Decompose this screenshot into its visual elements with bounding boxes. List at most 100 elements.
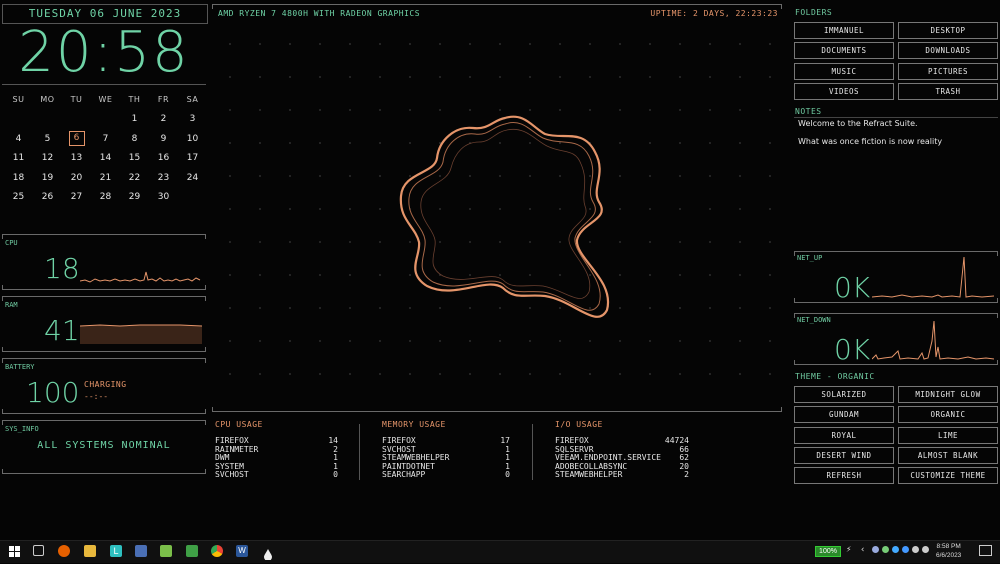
- folders-button-trash[interactable]: TRASH: [898, 82, 998, 100]
- calendar-day[interactable]: 26: [33, 192, 62, 202]
- calendar-day-today[interactable]: 6: [68, 131, 85, 147]
- memory-usage-table: MEMORY USAGE FIREFOX 17 SVCHOST 1 STEAMWEBHE…: [382, 420, 510, 480]
- calendar-day[interactable]: 17: [178, 153, 207, 163]
- calendar-day[interactable]: 10: [178, 134, 207, 144]
- chevron-up-icon[interactable]: ‹: [860, 545, 865, 555]
- grid-dot: [349, 274, 351, 276]
- grid-dot: [259, 274, 261, 276]
- grid-dot: [499, 76, 501, 78]
- theme-button-organic[interactable]: ORGANIC: [898, 406, 998, 424]
- grid-dot: [439, 43, 441, 45]
- calendar: SU MO TU WE TH FR SA 1 2 3 4 5 6 7 8 9 10 11 12 13 14 15 16 17 1…: [4, 90, 208, 207]
- chrome-icon[interactable]: [211, 545, 223, 557]
- sys-info-panel: SYS_INFO ALL SYSTEMS NOMINAL: [2, 420, 206, 474]
- task-view-icon[interactable]: [33, 545, 44, 556]
- grid-dot: [589, 373, 591, 375]
- calendar-day[interactable]: 20: [62, 173, 91, 183]
- theme-button-customize-theme[interactable]: CUSTOMIZE THEME: [898, 467, 998, 485]
- folders-button-desktop[interactable]: DESKTOP: [898, 22, 998, 39]
- folders-button-music[interactable]: MUSIC: [794, 62, 894, 80]
- net-down-graph: [872, 320, 994, 360]
- word-icon[interactable]: W: [236, 545, 248, 557]
- theme-button-royal[interactable]: ROYAL: [794, 426, 894, 444]
- calendar-day[interactable]: 24: [178, 173, 207, 183]
- grid-dot: [559, 373, 561, 375]
- calendar-day[interactable]: 23: [149, 173, 178, 183]
- grid-dot: [709, 340, 711, 342]
- cpu-panel: CPU 18: [2, 234, 206, 290]
- grid-dot: [739, 274, 741, 276]
- battery-indicator[interactable]: 100%: [815, 546, 841, 557]
- theme-button-midnight-glow[interactable]: MIDNIGHT GLOW: [898, 386, 998, 403]
- folders-button-pictures[interactable]: PICTURES: [898, 62, 998, 80]
- folders-button-downloads[interactable]: DOWNLOADS: [898, 42, 998, 60]
- process-value: 0: [333, 470, 338, 479]
- notification-icon[interactable]: [979, 545, 992, 556]
- theme-button-desert-wind[interactable]: DESERT WIND: [794, 446, 894, 464]
- folders-button-documents[interactable]: DOCUMENTS: [794, 42, 894, 60]
- ram-label: RAM: [5, 301, 18, 309]
- media-icon[interactable]: [160, 545, 172, 557]
- grid-dot: [769, 274, 771, 276]
- calendar-day[interactable]: 12: [33, 153, 62, 163]
- calendar-day[interactable]: 13: [62, 153, 91, 163]
- divider: [2, 84, 206, 85]
- calendar-day[interactable]: 22: [120, 173, 149, 183]
- calendar-day[interactable]: 5: [33, 134, 62, 144]
- calendar-day[interactable]: 4: [4, 134, 33, 144]
- note-line[interactable]: Welcome to the Refract Suite.: [798, 119, 918, 128]
- lime-app-icon[interactable]: L: [110, 545, 122, 557]
- task-manager-icon[interactable]: [135, 545, 147, 557]
- android-studio-icon[interactable]: [186, 545, 198, 557]
- theme-button-solarized[interactable]: SOLARIZED: [794, 386, 894, 403]
- note-line[interactable]: What was once fiction is now reality: [798, 137, 942, 146]
- grid-dot: [769, 142, 771, 144]
- theme-button-refresh[interactable]: REFRESH: [794, 467, 894, 485]
- calendar-day[interactable]: 14: [91, 153, 120, 163]
- grid-dot: [379, 76, 381, 78]
- calendar-day[interactable]: 16: [149, 153, 178, 163]
- calendar-day[interactable]: 30: [149, 192, 178, 202]
- grid-dot: [739, 241, 741, 243]
- grid-dot: [289, 307, 291, 309]
- folders-label: FOLDERS: [795, 8, 833, 17]
- file-explorer-icon[interactable]: [84, 545, 96, 557]
- start-icon[interactable]: [9, 546, 20, 557]
- calendar-day[interactable]: 27: [62, 192, 91, 202]
- calendar-day[interactable]: 8: [120, 134, 149, 144]
- calendar-day[interactable]: 15: [120, 153, 149, 163]
- grid-dot: [739, 307, 741, 309]
- grid-dot: [229, 142, 231, 144]
- calendar-day[interactable]: 11: [4, 153, 33, 163]
- folders-button-videos[interactable]: VIDEOS: [794, 82, 894, 100]
- calendar-day[interactable]: 18: [4, 173, 33, 183]
- grid-dot: [529, 76, 531, 78]
- grid-dot: [649, 175, 651, 177]
- calendar-day[interactable]: 2: [149, 114, 178, 124]
- theme-button-lime[interactable]: LIME: [898, 426, 998, 444]
- calendar-day[interactable]: 1: [120, 114, 149, 124]
- calendar-day[interactable]: 7: [91, 134, 120, 144]
- grid-dot: [679, 340, 681, 342]
- net-up-label: NET_UP: [797, 254, 823, 262]
- calendar-day[interactable]: 28: [91, 192, 120, 202]
- calendar-day[interactable]: 3: [178, 114, 207, 124]
- calendar-day[interactable]: 21: [91, 173, 120, 183]
- tray-clock[interactable]: 8:58 PM 6/6/2023: [936, 542, 961, 560]
- notes-label: NOTES: [795, 107, 822, 116]
- grid-dot: [349, 175, 351, 177]
- grid-dot: [739, 76, 741, 78]
- charging-icon[interactable]: ⚡: [846, 545, 851, 555]
- calendar-day[interactable]: 6: [62, 131, 91, 147]
- calendar-day[interactable]: 9: [149, 134, 178, 144]
- grid-dot: [739, 109, 741, 111]
- calendar-day[interactable]: 25: [4, 192, 33, 202]
- grid-dot: [769, 373, 771, 375]
- firefox-icon[interactable]: [58, 545, 70, 557]
- calendar-day[interactable]: 19: [33, 173, 62, 183]
- calendar-day[interactable]: 29: [120, 192, 149, 202]
- folders-button-immanuel[interactable]: IMMANUEL: [794, 22, 894, 39]
- theme-button-almost-blank[interactable]: ALMOST BLANK: [898, 446, 998, 464]
- theme-button-gundam[interactable]: GUNDAM: [794, 406, 894, 424]
- rainmeter-icon[interactable]: [262, 545, 274, 561]
